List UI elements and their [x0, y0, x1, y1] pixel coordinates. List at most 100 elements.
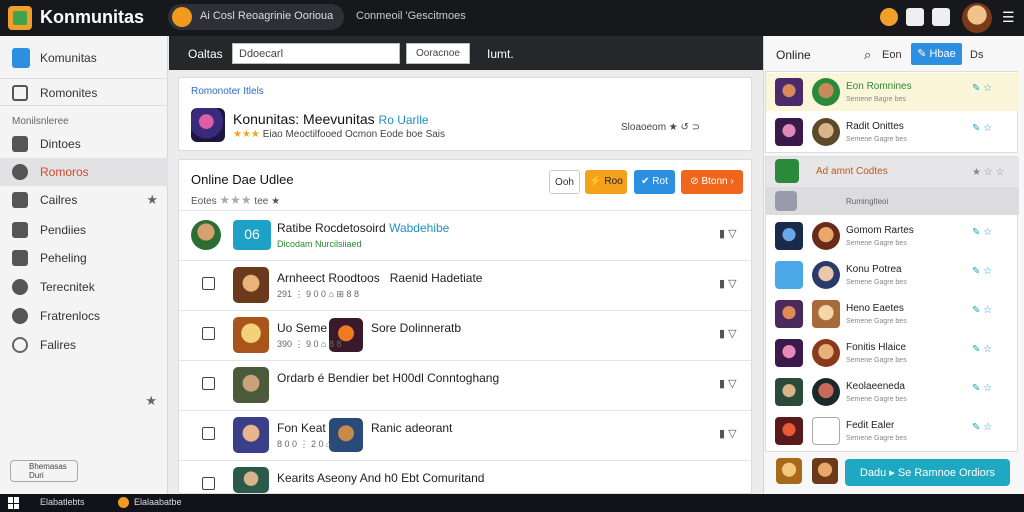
sidebar-item-2[interactable]: Romoros	[0, 158, 168, 186]
sidebar-app[interactable]: Komunitas	[0, 44, 168, 72]
item-label: Fedit Ealer	[846, 420, 895, 431]
confirm-button[interactable]: ✔ Rot	[634, 170, 675, 194]
row-actions[interactable]: ▮ ▽	[719, 277, 737, 290]
featured-card[interactable]: Romonoter Itlels Konunitas: Meevunitas R…	[178, 77, 752, 151]
community-chip[interactable]: Ai Cosl Reoagrinie Oorioua	[168, 4, 344, 30]
pinned-row[interactable]: 06 Ratibe Rocdetosoird Wabdehibe Dicodam…	[179, 210, 753, 260]
item-actions[interactable]: ✎ ☆	[972, 422, 992, 433]
sidebar: Komunitas Romonites Monilsnleree Dintoes…	[0, 36, 168, 494]
new-button[interactable]: ✎ Hbae	[911, 43, 962, 65]
group-actions[interactable]: ★ ☆ ☆	[972, 167, 1004, 178]
row-title-secondary: Sore Dolinneratb	[371, 321, 462, 335]
row-thumbnail	[233, 367, 269, 403]
sidebar-item-label: Fratrenlocs	[40, 309, 101, 323]
row-checkbox[interactable]	[202, 377, 215, 390]
filter-button[interactable]: Ooracnoe	[406, 43, 470, 64]
list-item[interactable]: Eon Romnines Semene Bagre bes ✎ ☆	[766, 73, 1019, 111]
taskbar-item-2[interactable]: Elalaabatbe	[134, 497, 182, 507]
group-header[interactable]: Ad amnt Codtes ★ ☆ ☆	[766, 157, 1019, 187]
right-panel-cta-button[interactable]: Dadu ▸ Se Ramnoe Ordiors	[845, 459, 1010, 486]
avatar	[812, 339, 840, 367]
taskbar-item-1[interactable]: Elabatlebts	[40, 497, 85, 507]
item-actions[interactable]: ✎ ☆	[972, 383, 992, 394]
avatar	[812, 378, 840, 406]
app-logo-icon[interactable]	[8, 6, 32, 30]
filter-input[interactable]	[232, 43, 400, 64]
outline-button[interactable]: Ooh	[549, 170, 580, 194]
camera-icon[interactable]	[932, 8, 950, 26]
bolt-icon[interactable]	[880, 8, 898, 26]
check-icon	[12, 222, 28, 238]
right-panel-option[interactable]: Ds	[970, 49, 983, 61]
row-thumbnail	[233, 417, 269, 453]
sidebar-item-6[interactable]: Terecnitek	[0, 273, 168, 301]
table-row[interactable]: Arnheect Roodtoos Raenid Hadetiate 291 ⋮…	[179, 260, 753, 310]
item-sub: Semene Bagre bes	[846, 96, 906, 103]
start-icon[interactable]	[8, 497, 20, 509]
item-thumbnail	[775, 417, 803, 445]
online-group: Eon Romnines Semene Bagre bes ✎ ☆ Radit …	[765, 71, 1019, 153]
avatar	[812, 78, 840, 106]
group-subheader[interactable]: Ruminglteoi	[766, 187, 1019, 215]
featured-thumbnail	[191, 108, 225, 142]
table-row[interactable]: Uo Seme Sore Dolinneratb 390 ⋮ 9 0 ⌂ 8 8…	[179, 310, 753, 360]
sidebar-item-8[interactable]: Falires	[0, 331, 168, 359]
sidebar-item-home[interactable]: Romonites	[0, 78, 168, 106]
list-item[interactable]: Konu Potrea Semene Gagre bes ✎ ☆	[766, 256, 1019, 294]
row-actions[interactable]: ▮ ▽	[719, 227, 737, 240]
row-checkbox[interactable]	[202, 277, 215, 290]
row-checkbox[interactable]	[202, 327, 215, 340]
row-actions[interactable]: ▮ ▽	[719, 377, 737, 390]
sidebar-item-4[interactable]: Pendiies	[0, 216, 168, 244]
row-checkbox[interactable]	[202, 427, 215, 440]
sidebar-item-label: Falires	[40, 338, 77, 352]
item-actions[interactable]: ✎ ☆	[972, 83, 992, 94]
list-item[interactable]: Keolaeeneda Semene Gagre bes ✎ ☆	[766, 373, 1019, 411]
row-title: Fon Keat	[277, 421, 326, 435]
row-actions[interactable]: ▮ ▽	[719, 427, 737, 440]
search-icon[interactable]: ⌕	[864, 47, 871, 63]
sidebar-item-5[interactable]: Peheling	[0, 244, 168, 272]
item-actions[interactable]: ✎ ☆	[972, 344, 992, 355]
sidebar-footer-button[interactable]: Bhemasas Duri	[10, 460, 78, 482]
sidebar-item-7[interactable]: Fratrenlocs	[0, 302, 168, 330]
row-title: Kearits Aseony And h0 Ebt Comuritand	[277, 471, 485, 485]
item-thumbnail	[775, 300, 803, 328]
item-actions[interactable]: ✎ ☆	[972, 227, 992, 238]
item-actions[interactable]: ✎ ☆	[972, 123, 992, 134]
list-item[interactable]: Fedit Ealer Semene Gagre bes ✎ ☆	[766, 412, 1019, 450]
rocket-icon[interactable]	[906, 8, 924, 26]
row-actions[interactable]: ▮ ▽	[719, 327, 737, 340]
item-actions[interactable]: ✎ ☆	[972, 266, 992, 277]
rating-stars: ★★★	[233, 129, 260, 140]
community-chip-icon	[172, 7, 192, 27]
sidebar-item-label: Romoros	[40, 165, 89, 179]
star-icon[interactable]: ★	[145, 393, 157, 409]
menu-icon[interactable]: ☰	[1002, 9, 1016, 25]
brand-title: Konmunitas	[40, 7, 145, 27]
item-actions[interactable]: ✎ ☆	[972, 305, 992, 316]
favorite-star-icon[interactable]: ★	[146, 192, 158, 208]
table-row[interactable]: Kearits Aseony And h0 Ebt Comuritand	[179, 460, 753, 494]
row-thumbnail	[233, 317, 269, 353]
sidebar-item-3[interactable]: Cailres ★	[0, 186, 168, 214]
browser-icon[interactable]	[118, 497, 129, 508]
item-thumbnail	[775, 378, 803, 406]
featured-actions[interactable]: Sloaoeom ★ ↺ ⊃	[621, 122, 700, 133]
table-row[interactable]: Ordarb é Bendier bet H00dl Conntoghang ▮…	[179, 360, 753, 410]
list-item[interactable]: Gomom Rartes Semene Gagre bes ✎ ☆	[766, 217, 1019, 255]
list-item[interactable]: Radit Onittes Semene Gagre bes ✎ ☆	[766, 113, 1019, 151]
list-item[interactable]: Fonitis Hlaice Semene Gagre bes ✎ ☆	[766, 334, 1019, 372]
list-item[interactable]: Heno Eaetes Semene Gagre bes ✎ ☆	[766, 295, 1019, 333]
user-avatar[interactable]	[962, 3, 992, 33]
quick-button[interactable]: ⚡ Roo	[585, 170, 627, 194]
action-button[interactable]: ⊘ Btonn ›	[681, 170, 743, 194]
top-link[interactable]: Conmeoil 'Gescitmoes	[356, 10, 466, 22]
right-panel-filter[interactable]: Eon	[882, 49, 902, 61]
table-row[interactable]: Fon Keat Ranic adeorant 8 0 0 ⋮ 2 0 ⌂ ▮ …	[179, 410, 753, 460]
item-label: Konu Potrea	[846, 264, 902, 275]
row-checkbox[interactable]	[202, 477, 215, 490]
filter-label: Oaltas	[188, 47, 223, 61]
footer-thumbnail	[776, 458, 802, 484]
sidebar-item-1[interactable]: Dintoes	[0, 130, 168, 158]
